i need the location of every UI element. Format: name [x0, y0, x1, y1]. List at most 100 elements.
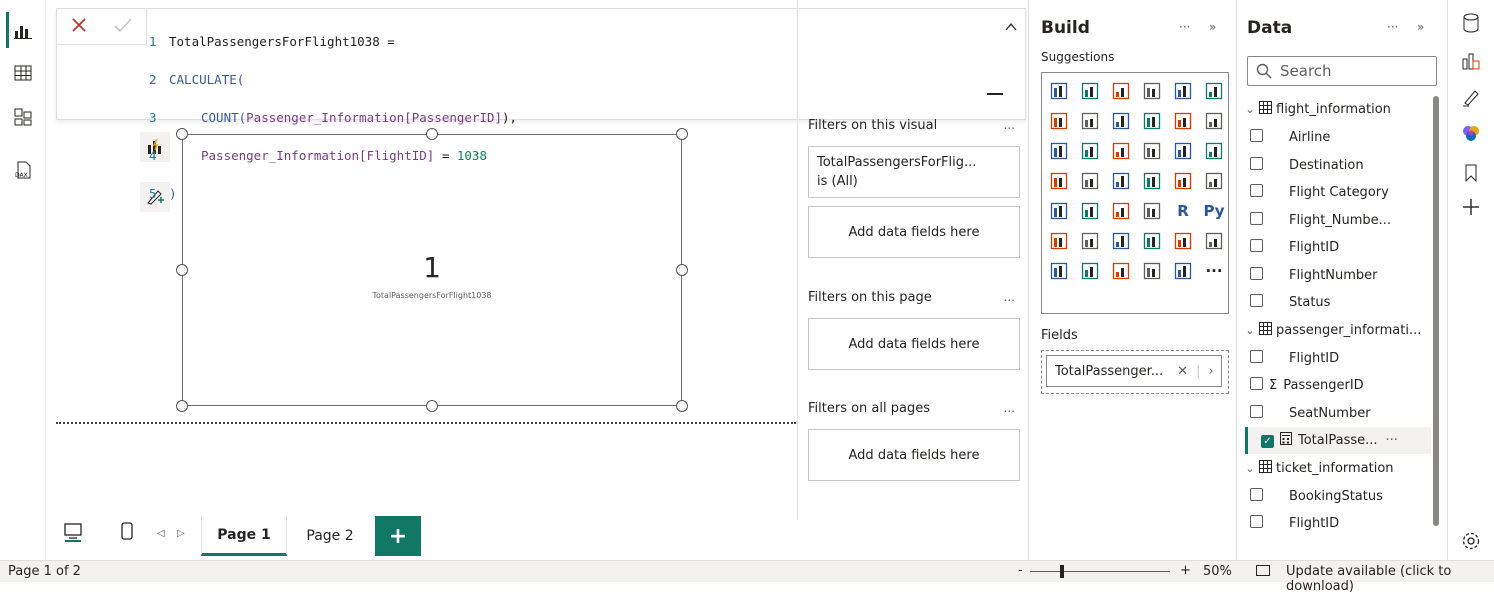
- field-item[interactable]: Destination: [1237, 152, 1437, 179]
- matrix-icon[interactable]: [1138, 197, 1166, 225]
- model-view-icon[interactable]: [6, 100, 40, 134]
- clustered-bar-icon[interactable]: [1107, 77, 1135, 105]
- field-checkbox[interactable]: [1250, 349, 1263, 363]
- desktop-layout-icon[interactable]: [63, 522, 83, 546]
- more-visuals-icon[interactable]: [1169, 257, 1197, 285]
- ribbon-icon[interactable]: [1200, 107, 1228, 135]
- funnel-icon[interactable]: [1076, 137, 1104, 165]
- decomposition-tree-icon[interactable]: [1076, 227, 1104, 255]
- update-available-link[interactable]: Update available (click to download): [1286, 564, 1494, 594]
- deneb-icon[interactable]: [1138, 257, 1166, 285]
- filled-map-icon[interactable]: [1076, 167, 1104, 195]
- scatter-icon[interactable]: [1107, 137, 1135, 165]
- field-item[interactable]: BookingStatus: [1237, 483, 1437, 510]
- field-checkbox[interactable]: [1250, 156, 1263, 170]
- field-item[interactable]: FlightID: [1237, 510, 1437, 537]
- field-checkbox[interactable]: [1250, 487, 1263, 501]
- 100-column-icon[interactable]: [1200, 77, 1228, 105]
- table-node[interactable]: ⌄ ticket_information: [1237, 455, 1437, 482]
- scrollbar[interactable]: [1433, 96, 1439, 526]
- field-checkbox[interactable]: [1250, 266, 1263, 280]
- field-checkbox[interactable]: [1250, 515, 1263, 528]
- zoom-out-button[interactable]: -: [1018, 563, 1023, 578]
- zoom-in-button[interactable]: +: [1180, 563, 1191, 578]
- kpi-icon[interactable]: [1045, 197, 1073, 225]
- treemap-icon[interactable]: [1200, 137, 1228, 165]
- cancel-icon[interactable]: [70, 16, 88, 38]
- field-item[interactable]: FlightID: [1237, 345, 1437, 372]
- ellipsis-icon[interactable]: ···: [1200, 257, 1228, 285]
- settings-gear-icon[interactable]: [1456, 526, 1486, 556]
- table-node[interactable]: ⌄ flight_information: [1237, 96, 1437, 123]
- line-icon[interactable]: [1045, 107, 1073, 135]
- azure-map-icon[interactable]: [1107, 167, 1135, 195]
- python-visual-icon[interactable]: Py: [1200, 197, 1228, 225]
- format-visual-icon[interactable]: [1456, 82, 1486, 112]
- field-item[interactable]: SeatNumber: [1237, 400, 1437, 427]
- field-item[interactable]: Status: [1237, 289, 1437, 316]
- visual-filter-card[interactable]: TotalPassengersForFlig... is (All): [808, 146, 1020, 198]
- more-options-icon[interactable]: ...: [1004, 118, 1015, 132]
- add-pane-icon[interactable]: [1456, 192, 1486, 222]
- resize-handle[interactable]: [676, 264, 688, 276]
- more-options-icon[interactable]: ···: [1387, 20, 1398, 34]
- tab-page-2[interactable]: Page 2: [287, 516, 373, 556]
- dax-code-editor[interactable]: 1 TotalPassengersForFlight1038 = 2 CALCULA…: [149, 13, 517, 241]
- field-checkbox[interactable]: [1250, 129, 1263, 142]
- field-checkbox[interactable]: [1250, 211, 1263, 225]
- field-checkbox[interactable]: [1250, 294, 1263, 307]
- chevron-down-icon[interactable]: ⌄: [1241, 103, 1259, 116]
- power-apps-icon[interactable]: [1045, 257, 1073, 285]
- tab-page-1[interactable]: Page 1: [201, 516, 287, 556]
- new-card-icon[interactable]: [1107, 257, 1135, 285]
- field-item[interactable]: FlightNumber: [1237, 262, 1437, 289]
- field-item[interactable]: Flight_Numbe...: [1237, 207, 1437, 234]
- line-column-icon[interactable]: [1138, 107, 1166, 135]
- smart-narrative-icon[interactable]: [1138, 227, 1166, 255]
- data-pane-icon[interactable]: [1456, 8, 1486, 38]
- more-options-icon[interactable]: ...: [1004, 401, 1015, 415]
- resize-handle[interactable]: [426, 400, 438, 412]
- report-view-icon[interactable]: [6, 14, 40, 48]
- field-checkbox[interactable]: ✓: [1261, 435, 1274, 448]
- collapse-pane-icon[interactable]: »: [1209, 20, 1216, 34]
- resize-handle[interactable]: [176, 264, 188, 276]
- waterfall-icon[interactable]: [1045, 137, 1073, 165]
- map-icon[interactable]: [1045, 167, 1073, 195]
- chevron-down-icon[interactable]: ⌄: [1241, 324, 1259, 337]
- zoom-slider-thumb[interactable]: [1060, 565, 1064, 578]
- zoom-slider[interactable]: [1030, 565, 1170, 578]
- resize-handle[interactable]: [676, 128, 688, 140]
- copilot-icon[interactable]: [1456, 118, 1486, 148]
- 100-bar-icon[interactable]: [1169, 77, 1197, 105]
- field-item[interactable]: Flight Category: [1237, 179, 1437, 206]
- r-visual-icon[interactable]: R: [1169, 197, 1197, 225]
- more-options-icon[interactable]: ...: [1004, 290, 1015, 304]
- prev-page-icon[interactable]: ◁: [157, 528, 165, 539]
- expand-field-icon[interactable]: ›: [1208, 364, 1213, 379]
- fit-to-page-icon[interactable]: [1256, 565, 1270, 576]
- more-options-icon[interactable]: ···: [1179, 20, 1190, 34]
- field-checkbox[interactable]: [1250, 377, 1263, 390]
- add-visual-filter-drop[interactable]: Add data fields here: [808, 206, 1020, 258]
- field-item[interactable]: Σ PassengerID: [1237, 372, 1437, 399]
- resize-handle[interactable]: [676, 400, 688, 412]
- donut-icon[interactable]: [1169, 137, 1197, 165]
- table-icon[interactable]: [1107, 197, 1135, 225]
- search-input[interactable]: Search: [1247, 56, 1437, 86]
- dax-query-view-icon[interactable]: DAX: [6, 154, 40, 188]
- more-options-icon[interactable]: ···: [1386, 433, 1398, 448]
- stacked-area-icon[interactable]: [1107, 107, 1135, 135]
- line-clustered-icon[interactable]: [1169, 107, 1197, 135]
- power-automate-icon[interactable]: [1076, 257, 1104, 285]
- qa-icon[interactable]: [1107, 227, 1135, 255]
- commit-icon[interactable]: [113, 16, 133, 38]
- resize-handle[interactable]: [176, 400, 188, 412]
- add-all-pages-filter-drop[interactable]: Add data fields here: [808, 429, 1020, 481]
- paginated-report-icon[interactable]: [1200, 227, 1228, 255]
- fields-well[interactable]: TotalPassenger... ✕ | ›: [1041, 350, 1229, 394]
- key-influencers-icon[interactable]: [1045, 227, 1073, 255]
- field-item[interactable]: FlightID: [1237, 234, 1437, 261]
- field-checkbox[interactable]: [1250, 184, 1263, 197]
- stacked-bar-icon[interactable]: [1045, 77, 1073, 105]
